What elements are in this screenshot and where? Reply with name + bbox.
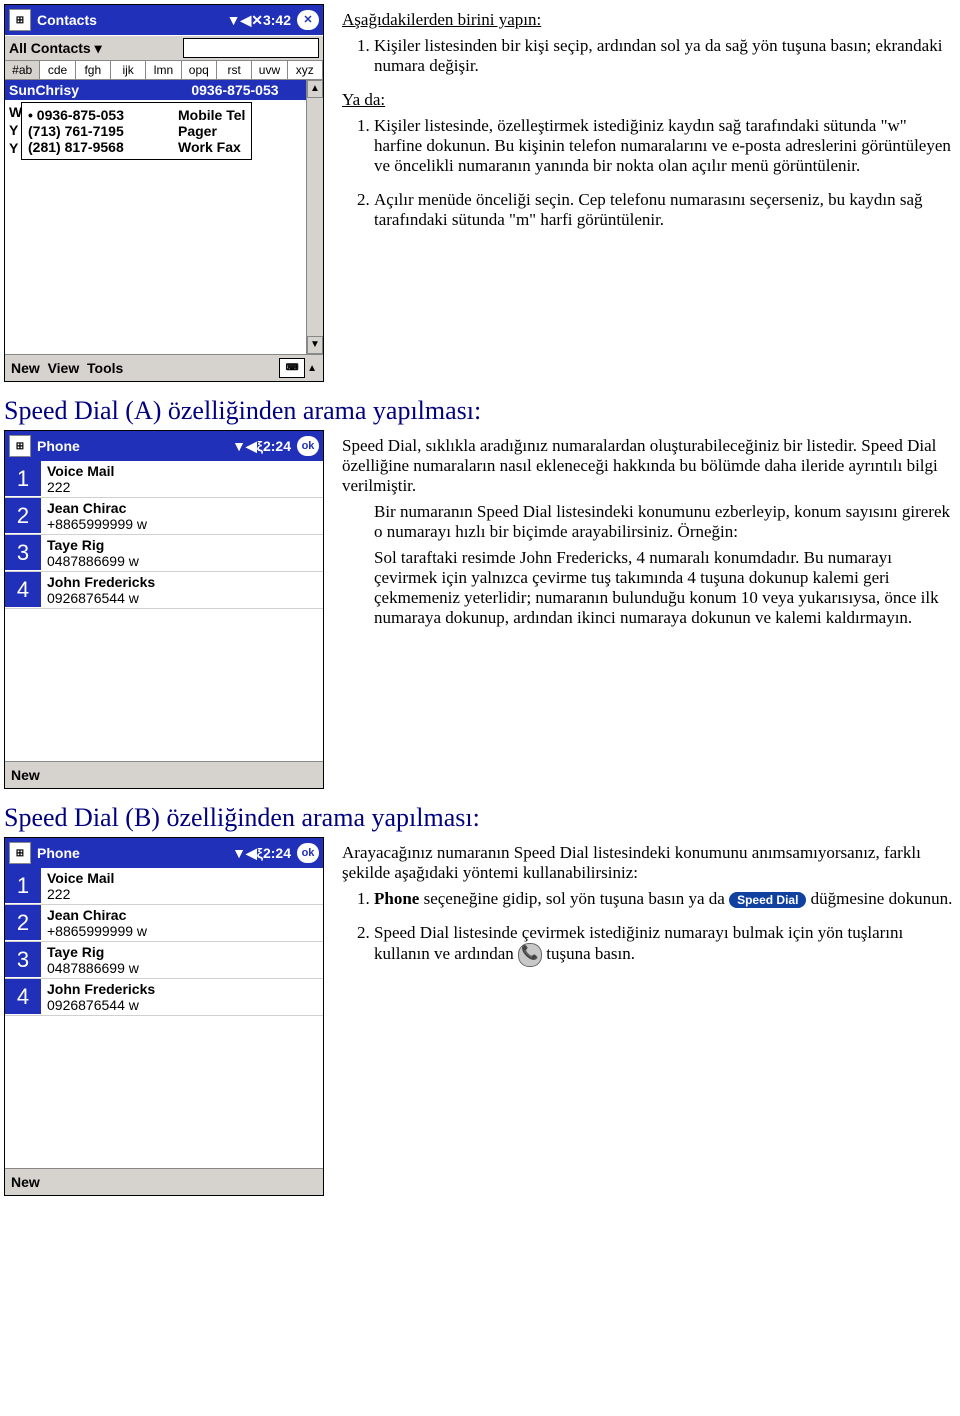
scrollbar[interactable]: ▲ ▼	[306, 80, 323, 354]
ok-button[interactable]: ok	[297, 436, 319, 456]
alpha-cell[interactable]: rst	[217, 61, 252, 79]
body-text: Arayacağınız numaranın Speed Dial listes…	[342, 843, 956, 883]
instruction-item: Phone seçeneğine gidip, sol yön tuşuna b…	[374, 889, 956, 909]
speed-dial-pill: Speed Dial	[729, 892, 806, 908]
contacts-filter-bar: All Contacts ▾	[5, 35, 323, 61]
speed-dial-list: 1Voice Mail222 2Jean Chirac+8865999999 w…	[5, 868, 323, 1168]
clock: 2:24	[263, 438, 291, 454]
alpha-cell[interactable]: lmn	[146, 61, 181, 79]
start-icon[interactable]: ⊞	[9, 435, 31, 457]
contact-name: SunChrisy	[9, 82, 79, 98]
speed-dial-row[interactable]: 4John Fredericks0926876544 w	[5, 572, 323, 609]
alpha-index: #ab cde fgh ijk lmn opq rst uvw xyz	[5, 61, 323, 80]
speed-dial-row[interactable]: 3Taye Rig0487886699 w	[5, 942, 323, 979]
alpha-cell[interactable]: opq	[182, 61, 217, 79]
body-text: Bir numaranın Speed Dial listesindeki ko…	[374, 502, 956, 542]
alpha-cell[interactable]: fgh	[76, 61, 111, 79]
alpha-cell[interactable]: cde	[40, 61, 75, 79]
instruction-item: Kişiler listesinden bir kişi seçip, ardı…	[374, 36, 956, 76]
view-button[interactable]: View	[48, 360, 80, 376]
app-title: Contacts	[37, 12, 97, 28]
up-arrow-icon[interactable]: ▲	[307, 363, 317, 374]
speed-dial-row[interactable]: 4John Fredericks0926876544 w	[5, 979, 323, 1016]
app-title: Phone	[37, 438, 80, 454]
keyboard-icon[interactable]: ⌨	[279, 358, 305, 378]
popup-row[interactable]: (713) 761-7195Pager	[28, 123, 245, 139]
clock: 2:24	[263, 845, 291, 861]
alpha-cell[interactable]: xyz	[288, 61, 323, 79]
scroll-down-icon[interactable]: ▼	[307, 336, 323, 354]
volume-icon: ◀ξ	[246, 438, 263, 455]
instruction-heading: Aşağıdakilerden birini yapın:	[342, 10, 956, 30]
popup-row[interactable]: • 0936-875-053Mobile Tel	[28, 107, 245, 123]
instruction-item: Speed Dial listesinde çevirmek istediğin…	[374, 923, 956, 967]
alpha-cell[interactable]: #ab	[5, 61, 40, 79]
phone-window-a: ⊞ Phone ▼ ◀ξ 2:24 ok 1Voice Mail222 2Jea…	[4, 430, 324, 789]
new-button[interactable]: New	[11, 360, 40, 376]
priority-popup[interactable]: • 0936-875-053Mobile Tel (713) 761-7195P…	[21, 102, 252, 160]
contact-number: 0936-875-053	[191, 82, 278, 98]
instruction-heading: Ya da:	[342, 90, 956, 110]
close-button[interactable]: ✕	[297, 10, 319, 30]
speed-dial-list: 1Voice Mail222 2Jean Chirac+8865999999 w…	[5, 461, 323, 761]
scroll-up-icon[interactable]: ▲	[307, 80, 323, 98]
instruction-item: Kişiler listesinde, özelleştirmek istedi…	[374, 116, 956, 176]
dial-icon: 📞	[518, 943, 542, 967]
popup-row[interactable]: (281) 817-9568Work Fax	[28, 139, 245, 155]
phone-titlebar: ⊞ Phone ▼ ◀ξ 2:24 ok	[5, 838, 323, 868]
speed-dial-row[interactable]: 2Jean Chirac+8865999999 w	[5, 905, 323, 942]
ok-button[interactable]: ok	[297, 843, 319, 863]
signal-icon: ▼	[227, 12, 241, 28]
section-heading: Speed Dial (B) özelliğinden arama yapılm…	[4, 803, 956, 833]
contacts-titlebar: ⊞ Contacts ▼ ◀✕ 3:42 ✕	[5, 5, 323, 35]
body-text: Speed Dial, sıklıkla aradığınız numarala…	[342, 436, 956, 496]
signal-icon: ▼	[232, 438, 246, 454]
app-title: Phone	[37, 845, 80, 861]
filter-dropdown[interactable]: All Contacts ▾	[9, 40, 102, 57]
speed-dial-row[interactable]: 1Voice Mail222	[5, 461, 323, 498]
phone-footer: New	[5, 1168, 323, 1195]
row-mark: Y	[9, 122, 18, 138]
phone-footer: New	[5, 761, 323, 788]
signal-icon: ▼	[232, 845, 246, 861]
speed-dial-row[interactable]: 3Taye Rig0487886699 w	[5, 535, 323, 572]
alpha-cell[interactable]: uvw	[252, 61, 287, 79]
contacts-footer: New View Tools ⌨ ▲	[5, 354, 323, 381]
new-button[interactable]: New	[11, 1174, 40, 1190]
body-text: Sol taraftaki resimde John Fredericks, 4…	[374, 548, 956, 628]
clock: 3:42	[263, 12, 291, 28]
tools-button[interactable]: Tools	[87, 360, 123, 376]
new-button[interactable]: New	[11, 767, 40, 783]
start-icon[interactable]: ⊞	[9, 842, 31, 864]
speed-dial-row[interactable]: 2Jean Chirac+8865999999 w	[5, 498, 323, 535]
contacts-window: ⊞ Contacts ▼ ◀✕ 3:42 ✕ All Contacts ▾ #a…	[4, 4, 324, 382]
contacts-list: SunChrisy 0936-875-053 m W Y Y • 0936-87…	[5, 80, 323, 354]
instruction-item: Açılır menüde önceliği seçin. Cep telefo…	[374, 190, 956, 230]
selected-contact[interactable]: SunChrisy 0936-875-053 m	[5, 80, 323, 100]
search-input[interactable]	[183, 38, 319, 58]
phone-window-b: ⊞ Phone ▼ ◀ξ 2:24 ok 1Voice Mail222 2Jea…	[4, 837, 324, 1196]
alpha-cell[interactable]: ijk	[111, 61, 146, 79]
row-mark: Y	[9, 140, 18, 156]
phone-titlebar: ⊞ Phone ▼ ◀ξ 2:24 ok	[5, 431, 323, 461]
section-heading: Speed Dial (A) özelliğinden arama yapılm…	[4, 396, 956, 426]
volume-icon: ◀✕	[240, 12, 263, 29]
speed-dial-row[interactable]: 1Voice Mail222	[5, 868, 323, 905]
start-icon[interactable]: ⊞	[9, 9, 31, 31]
volume-icon: ◀ξ	[246, 845, 263, 862]
